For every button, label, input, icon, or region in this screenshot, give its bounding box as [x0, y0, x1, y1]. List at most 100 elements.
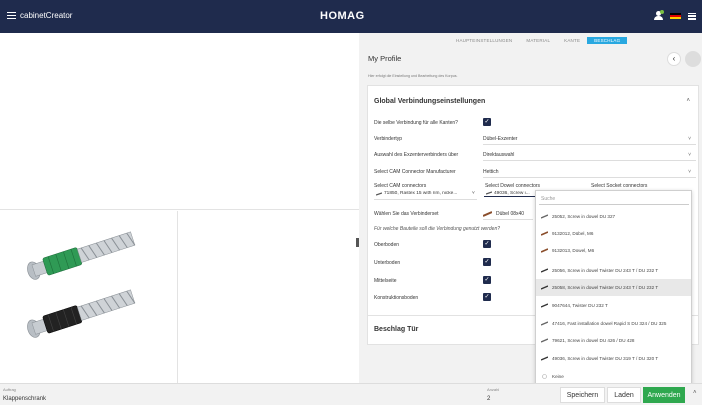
app-title-group[interactable]: cabinetCreator	[7, 11, 72, 20]
empty-thumbnail	[179, 211, 359, 383]
part-label: Konstruktionsboden	[374, 295, 419, 301]
same-connection-label: Die selbe Verbindung für alle Kanten?	[374, 120, 458, 126]
dowel-icon	[541, 214, 548, 219]
dropdown-item[interactable]: 47416, Fast installation dowel Rapid S D…	[536, 315, 691, 332]
dowel-icon	[541, 338, 548, 343]
none-icon	[542, 374, 547, 379]
top-bar: cabinetCreator HOMAG	[0, 0, 702, 33]
connector-set-label: Wählen Sie das Verbinderset	[374, 211, 439, 217]
select-underline	[374, 199, 477, 200]
select-underline	[483, 144, 696, 145]
apply-button[interactable]: Anwenden	[643, 387, 685, 403]
dropdown-item-label: 79621, Screw in dowel DU 426 / DU 428	[552, 338, 635, 343]
dropdown-item[interactable]: 49036, Screw in dowel Twister DU 319 T /…	[536, 350, 691, 367]
dropdown-item-label: 25056, Screw in dowel Twister DU 243 T /…	[552, 268, 659, 273]
dowel-icon	[541, 285, 548, 290]
dropdown-item[interactable]: 9047644, Twister DU 232 T	[536, 297, 691, 314]
unterboden-checkbox[interactable]: ✓	[483, 258, 491, 266]
tab-kante[interactable]: KANTE	[557, 37, 587, 44]
dowel-dropdown: Suche 25052, Screw in dowel DU 327 91320…	[535, 190, 692, 387]
connector-thumbnail[interactable]	[0, 211, 178, 383]
konstruktionsboden-checkbox[interactable]: ✓	[483, 293, 491, 301]
dowel-icon	[541, 248, 548, 253]
dowel-connector-icon	[486, 191, 492, 195]
dropdown-item-label: 49036, Screw in dowel Twister DU 319 T /…	[552, 356, 659, 361]
order-value: Klappenschrank	[3, 396, 47, 402]
chevron-down-icon[interactable]: ˅	[472, 191, 475, 196]
chevron-up-icon[interactable]: ˄	[693, 390, 697, 396]
dowel-icon	[541, 356, 548, 361]
door-fitting-title: Beschlag Tür	[374, 326, 419, 333]
page-subtitle: Hier erfolgt die Einstellung und Bearbei…	[368, 74, 458, 78]
dropdown-item-label: 9132012, Dübel, M6	[552, 231, 594, 236]
dropdown-item-highlighted[interactable]: 25058, Screw in dowel Twister DU 243 T /…	[536, 279, 691, 296]
mittelseite-checkbox[interactable]: ✓	[483, 276, 491, 284]
connector-set-select[interactable]: Dübel 08x40	[496, 211, 524, 217]
dowel-icon	[541, 303, 548, 308]
dowel-icon	[541, 231, 548, 236]
card-title: Global Verbindungseinstellungen	[374, 98, 486, 105]
cam-manufacturer-label: Select CAM Connector Manufacturer	[374, 169, 456, 175]
circle-button[interactable]	[685, 51, 701, 67]
eccentric-label: Auswahl des Exzenterverbinders über	[374, 152, 459, 158]
tab-hauptEinstellungen[interactable]: HAUPTEINSTELLUNGEN	[449, 37, 519, 44]
main-preview	[0, 33, 359, 210]
chevron-down-icon[interactable]: ˅	[688, 169, 691, 175]
connector-type-label: Verbindertyp	[374, 136, 403, 142]
socket-connectors-header: Select Socket connectors	[591, 183, 648, 189]
dowel-icon	[541, 268, 548, 273]
search-placeholder: Suche	[541, 196, 556, 202]
tab-beschlag[interactable]: BESCHLAG	[587, 37, 628, 44]
dropdown-search-input[interactable]: Suche	[539, 194, 689, 205]
dropdown-item-label: 9132013, Dowel, M6	[552, 248, 595, 253]
dropdown-item-label: 47416, Fast installation dowel Rapid S D…	[552, 321, 667, 326]
cam-connectors-header: Select CAM connectors	[374, 183, 427, 189]
part-label: Oberboden	[374, 242, 400, 248]
same-connection-checkbox[interactable]: ✓	[483, 118, 491, 126]
app-title: cabinetCreator	[20, 11, 73, 20]
bottom-bar: Auftrag Klappenschrank Anzahl 2 Speicher…	[0, 383, 702, 405]
dowel-icon	[483, 211, 492, 217]
cam-manufacturer-select[interactable]: Hettich	[483, 169, 499, 175]
dropdown-item-label: Keine	[552, 374, 564, 379]
oberboden-checkbox[interactable]: ✓	[483, 240, 491, 248]
german-flag-icon[interactable]	[670, 12, 681, 20]
chevron-down-icon[interactable]: ˅	[688, 152, 691, 158]
page-title: My Profile	[368, 54, 402, 63]
eccentric-select[interactable]: Direktauswahl	[483, 152, 514, 158]
tab-bar: HAUPTEINSTELLUNGEN MATERIAL KANTE BESCHL…	[449, 37, 628, 44]
dropdown-item[interactable]: 9132012, Dübel, M6	[536, 225, 691, 242]
hamburger-icon[interactable]	[7, 11, 16, 20]
parts-question: Für welche Bauteile soll die Verbindung …	[374, 226, 501, 232]
connector-image	[27, 231, 136, 338]
chevron-up-icon[interactable]: ˄	[686, 98, 690, 104]
dropdown-item-label: 25052, Screw in dowel DU 327	[552, 214, 616, 219]
cam-connector-icon	[376, 192, 382, 196]
order-label: Auftrag	[3, 387, 16, 392]
chevron-left-icon: ‹	[672, 54, 676, 63]
menu-icon[interactable]	[688, 12, 696, 20]
dropdown-item-label: 25058, Screw in dowel Twister DU 243 T /…	[552, 285, 659, 290]
part-label: Unterboden	[374, 260, 401, 266]
user-icon[interactable]	[653, 10, 664, 21]
chevron-down-icon[interactable]: ˅	[688, 136, 691, 142]
select-underline	[483, 219, 533, 220]
dropdown-item[interactable]: 79621, Screw in dowel DU 426 / DU 428	[536, 332, 691, 349]
load-button[interactable]: Laden	[607, 387, 641, 403]
quantity-label: Anzahl	[487, 387, 500, 392]
top-icons	[653, 10, 696, 21]
connector-type-select[interactable]: Dübel-Exzenter	[483, 136, 517, 142]
dropdown-item-label: 9047644, Twister DU 232 T	[552, 303, 608, 308]
part-label: Mittelseite	[374, 278, 397, 284]
tab-material[interactable]: MATERIAL	[519, 37, 557, 44]
dowel-icon	[541, 321, 548, 326]
preview-area	[0, 33, 359, 383]
quantity-value[interactable]: 2	[487, 396, 490, 402]
dropdown-item[interactable]: 9132013, Dowel, M6	[536, 242, 691, 259]
back-button[interactable]: ‹	[667, 52, 681, 66]
save-button[interactable]: Speichern	[560, 387, 605, 403]
dropdown-item[interactable]: 25052, Screw in dowel DU 327	[536, 208, 691, 225]
dropdown-item[interactable]: 25056, Screw in dowel Twister DU 243 T /…	[536, 262, 691, 279]
brand-logo: HOMAG	[320, 10, 365, 22]
cam-connectors-select[interactable]: 71850, Rastex 15 with rim, nicke...	[384, 191, 470, 196]
